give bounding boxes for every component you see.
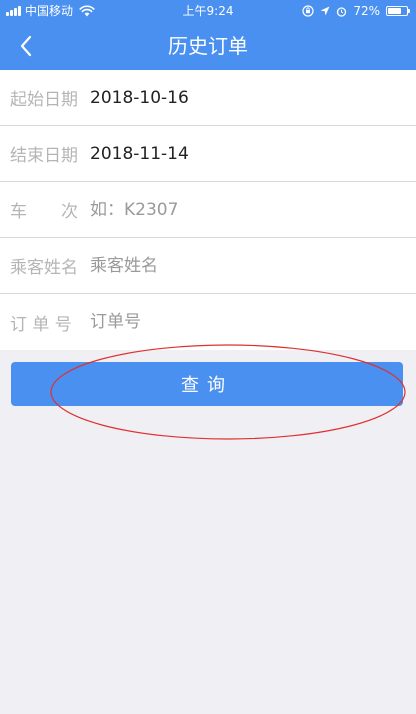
query-form: 起始日期 结束日期 车 次 乘客姓名 订 单 号 (0, 70, 416, 350)
order-number-row: 订 单 号 (0, 294, 416, 350)
end-date-row: 结束日期 (0, 126, 416, 182)
end-date-input[interactable] (90, 138, 416, 169)
start-date-label: 起始日期 (10, 90, 78, 110)
location-icon (320, 6, 330, 16)
start-date-row: 起始日期 (0, 70, 416, 126)
page-title: 历史订单 (168, 34, 248, 58)
end-date-label: 结束日期 (10, 146, 78, 166)
passenger-name-label: 乘客姓名 (10, 258, 78, 278)
orientation-lock-icon (302, 5, 314, 17)
order-number-input[interactable] (90, 307, 416, 337)
battery-level (388, 8, 401, 14)
status-bar: 中国移动 上午9:24 72% (0, 0, 416, 22)
query-button[interactable]: 查询 (11, 362, 403, 406)
train-number-label: 车 次 (10, 202, 78, 222)
order-number-label: 订 单 号 (10, 314, 72, 335)
header-bar: 中国移动 上午9:24 72% 历史订单 (0, 0, 416, 70)
train-number-input[interactable] (90, 194, 416, 225)
alarm-icon (337, 6, 347, 17)
battery-percent: 72% (353, 4, 380, 18)
battery-icon (386, 6, 410, 16)
train-number-row: 车 次 (0, 182, 416, 238)
nav-bar: 历史订单 (0, 22, 416, 70)
status-right: 72% (302, 0, 410, 22)
passenger-name-row: 乘客姓名 (0, 238, 416, 294)
passenger-name-input[interactable] (90, 250, 416, 281)
app-screen: 中国移动 上午9:24 72% 历史订单 起始日期 2018-10-16 结束日… (0, 0, 416, 714)
start-date-input[interactable] (90, 82, 416, 113)
